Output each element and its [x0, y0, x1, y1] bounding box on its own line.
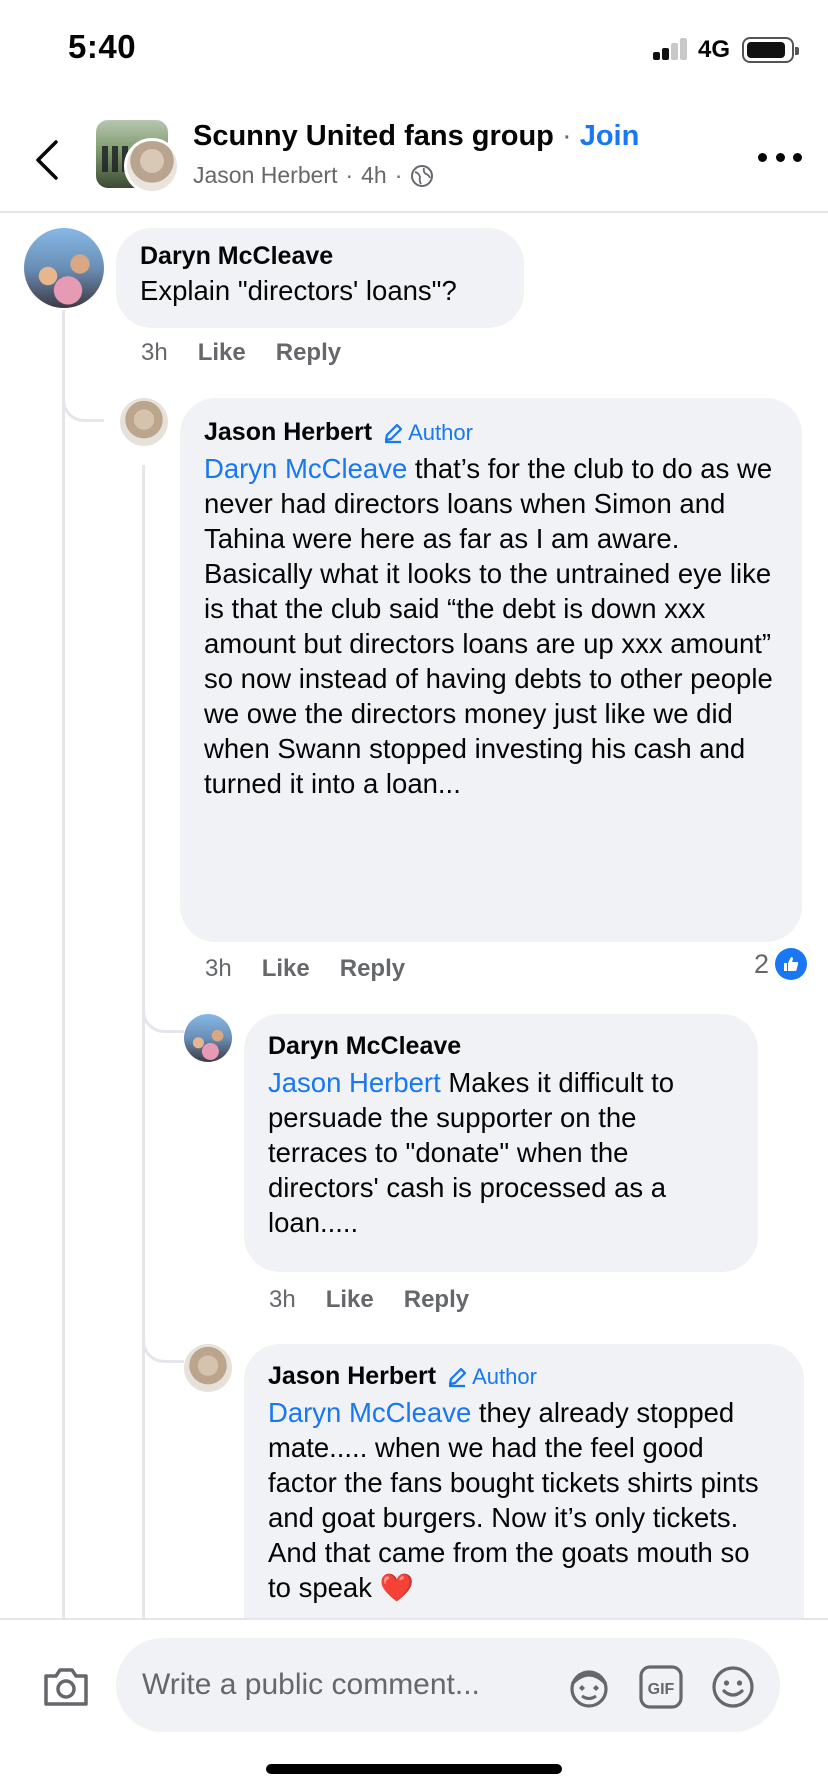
cellular-signal-icon	[653, 38, 689, 60]
comment-bubble: Jason Herbert Author Daryn McCleave that…	[180, 398, 802, 942]
comment-time: 3h	[205, 955, 232, 982]
thread-connector	[142, 1290, 184, 1363]
status-bar: 5:40 4G	[0, 0, 828, 100]
post-meta: Jason Herbert · 4h ·	[193, 162, 434, 189]
thread-line	[142, 465, 145, 1620]
comment-text: Daryn McCleave they already stopped mate…	[268, 1397, 759, 1603]
gif-button[interactable]: GIF	[638, 1664, 684, 1710]
comment-bubble: Daryn McCleave Jason Herbert Makes it di…	[244, 1014, 758, 1272]
comment-author[interactable]: Daryn McCleave	[140, 242, 500, 271]
gif-icon: GIF	[639, 1665, 683, 1709]
avatar-sticker-icon	[570, 1670, 608, 1708]
comment-author[interactable]: Daryn McCleave	[268, 1032, 734, 1061]
pencil-icon	[385, 423, 403, 443]
emoji-button[interactable]	[710, 1664, 756, 1710]
like-button[interactable]: Like	[262, 955, 310, 983]
network-type: 4G	[698, 36, 731, 63]
avatar-sticker-button[interactable]	[566, 1664, 612, 1710]
meta-separator: ·	[394, 162, 403, 188]
comment-actions: 3h Like Reply	[269, 1286, 469, 1314]
author-name-link[interactable]: Jason Herbert	[204, 418, 372, 447]
camera-button[interactable]	[42, 1666, 90, 1708]
author-badge: Author	[446, 1364, 537, 1390]
mention-link[interactable]: Jason Herbert	[268, 1067, 441, 1098]
globe-icon	[411, 164, 434, 187]
group-name-link[interactable]: Scunny United fans group	[193, 120, 554, 152]
reply-button[interactable]: Reply	[404, 1286, 469, 1314]
reply-button[interactable]: Reply	[276, 339, 341, 367]
comment-actions: 3h Like Reply	[141, 339, 341, 367]
chevron-left-icon	[36, 140, 58, 180]
comment-time: 3h	[141, 339, 168, 366]
back-button[interactable]	[28, 134, 68, 186]
heart-emoji: ❤️	[379, 1572, 414, 1603]
post-header: Scunny United fans group · Join Jason He…	[0, 100, 828, 213]
comment-actions: 3h Like Reply	[205, 955, 405, 983]
pencil-icon	[449, 1367, 467, 1387]
author-name-link[interactable]: Jason Herbert	[268, 1362, 436, 1391]
camera-icon	[44, 1668, 88, 1706]
comment-author: Jason Herbert Author	[204, 418, 778, 447]
meta-separator: ·	[345, 162, 354, 188]
post-time: 4h	[361, 162, 387, 188]
comment-bubble: Daryn McCleave Explain "directors' loans…	[116, 228, 524, 328]
comment-text: Daryn McCleave that’s for the club to do…	[204, 453, 773, 554]
comment-text: Jason Herbert Makes it difficult to pers…	[268, 1067, 675, 1238]
home-indicator[interactable]	[266, 1764, 562, 1774]
avatar[interactable]	[120, 398, 168, 446]
reaction-count: 2	[754, 948, 770, 979]
mention-link[interactable]: Daryn McCleave	[204, 453, 407, 484]
comment-author: Jason Herbert Author	[268, 1362, 780, 1391]
comment-text-continued: Basically what it looks to the untrained…	[204, 558, 773, 799]
avatar[interactable]	[184, 1014, 232, 1062]
more-options-button[interactable]	[758, 150, 802, 164]
thumbs-up-icon	[775, 948, 808, 980]
svg-text:GIF: GIF	[648, 1681, 675, 1698]
comment-time: 3h	[269, 1286, 296, 1313]
avatar[interactable]	[24, 228, 104, 308]
thread-connector	[62, 340, 104, 422]
like-button[interactable]: Like	[326, 1286, 374, 1314]
reply-button[interactable]: Reply	[340, 955, 405, 983]
smiley-icon	[712, 1666, 754, 1708]
author-badge: Author	[382, 420, 473, 446]
avatar[interactable]	[184, 1344, 232, 1392]
avatar[interactable]	[124, 138, 180, 194]
reaction-summary[interactable]: 2	[754, 948, 808, 980]
like-button[interactable]: Like	[198, 339, 246, 367]
comment-text: Explain "directors' loans"?	[140, 275, 457, 306]
thread-line	[62, 310, 65, 1620]
status-time: 5:40	[68, 28, 137, 65]
mention-link[interactable]: Daryn McCleave	[268, 1397, 471, 1428]
post-author-link[interactable]: Jason Herbert	[193, 162, 337, 189]
group-title: Scunny United fans group · Join	[193, 120, 639, 153]
thread-connector	[142, 960, 184, 1033]
battery-icon	[742, 37, 799, 63]
join-button[interactable]: Join	[580, 120, 640, 152]
title-separator: ·	[561, 120, 572, 152]
